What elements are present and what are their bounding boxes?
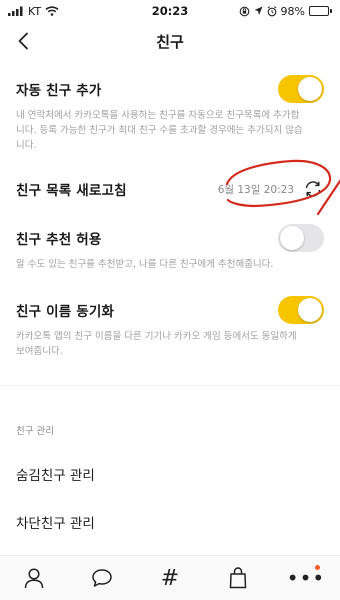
back-button[interactable] bbox=[10, 28, 36, 54]
tab-view[interactable]: # bbox=[150, 561, 190, 595]
setting-auto-add: 자동 친구 추가 내 연락처에서 카카오톡을 사용하는 친구를 자동으로 친구목… bbox=[0, 75, 340, 153]
auto-add-toggle[interactable] bbox=[278, 75, 324, 103]
signal-icon bbox=[8, 6, 23, 16]
chat-bubble-icon bbox=[92, 569, 112, 587]
tab-chats[interactable] bbox=[82, 561, 122, 595]
person-icon bbox=[24, 568, 44, 589]
tab-more[interactable]: ••• bbox=[286, 561, 326, 595]
rotation-lock-icon bbox=[239, 6, 249, 16]
battery-icon bbox=[309, 6, 332, 16]
tab-friends[interactable] bbox=[14, 561, 54, 595]
blocked-friends-menu[interactable]: 차단친구 관리 bbox=[16, 512, 95, 532]
bottom-tab-bar: # ••• bbox=[0, 555, 340, 600]
section-divider bbox=[0, 385, 340, 386]
refresh-button[interactable] bbox=[302, 178, 324, 200]
wifi-icon bbox=[45, 6, 59, 16]
setting-refresh[interactable]: 친구 목록 새로고침 6월 13일 20:23 bbox=[0, 176, 340, 202]
shopping-bag-icon bbox=[229, 567, 247, 589]
refresh-title: 친구 목록 새로고침 bbox=[16, 183, 127, 199]
name-sync-description: 카카오톡 앱의 친구 이름을 다른 기기나 카카오 게임 등에서도 동일하게 보… bbox=[16, 331, 297, 357]
status-bar: KT 20:23 98% bbox=[0, 0, 340, 22]
friend-management-label: 친구 관리 bbox=[16, 426, 54, 437]
carrier-name: KT bbox=[28, 4, 42, 18]
more-icon: ••• bbox=[286, 566, 326, 590]
recommend-description: 알 수도 있는 친구를 추천받고, 나를 다른 친구에게 추천해줍니다. bbox=[16, 259, 274, 270]
hashtag-icon: # bbox=[160, 565, 180, 591]
last-refreshed-time: 6월 13일 20:23 bbox=[217, 183, 294, 196]
refresh-icon bbox=[305, 181, 321, 197]
battery-percent: 98% bbox=[280, 4, 305, 18]
tab-shopping[interactable] bbox=[218, 561, 258, 595]
toggle-knob bbox=[280, 226, 304, 250]
setting-name-sync: 친구 이름 동기화 카카오톡 앱의 친구 이름을 다른 기기나 카카오 게임 등… bbox=[0, 296, 340, 359]
hidden-friends-menu[interactable]: 숨김친구 관리 bbox=[16, 464, 95, 484]
chevron-left-icon bbox=[18, 32, 28, 50]
refresh-meta: 6월 13일 20:23 bbox=[218, 178, 324, 200]
toggle-knob bbox=[298, 298, 322, 322]
auto-add-description: 내 연락처에서 카카오톡을 사용하는 친구를 자동으로 친구목록에 추가합니다.… bbox=[16, 110, 303, 151]
status-left: KT bbox=[8, 5, 59, 18]
status-right: 98% bbox=[239, 5, 332, 18]
recommend-title: 친구 추천 허용 bbox=[16, 232, 102, 248]
name-sync-toggle[interactable] bbox=[278, 296, 324, 324]
notification-badge bbox=[315, 565, 320, 570]
name-sync-title: 친구 이름 동기화 bbox=[16, 304, 115, 320]
location-icon bbox=[254, 6, 263, 15]
page-title: 친구 bbox=[156, 32, 184, 51]
auto-add-title: 자동 친구 추가 bbox=[16, 83, 102, 99]
nav-header: 친구 bbox=[0, 22, 340, 60]
recommend-toggle[interactable] bbox=[278, 224, 324, 252]
toggle-knob bbox=[298, 77, 322, 101]
alarm-icon bbox=[267, 5, 276, 16]
setting-recommend: 친구 추천 허용 알 수도 있는 친구를 추천받고, 나를 다른 친구에게 추천… bbox=[0, 224, 340, 272]
